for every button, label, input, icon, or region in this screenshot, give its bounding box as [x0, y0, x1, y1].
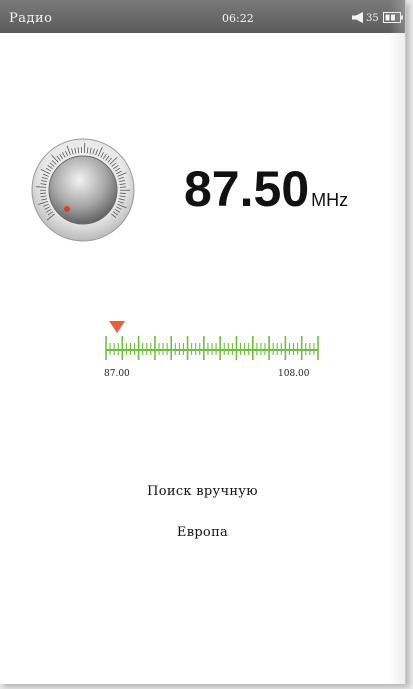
region-option[interactable]: Европа	[0, 525, 405, 540]
clock: 06:22	[222, 12, 254, 25]
status-bar: Радио 06:22 35	[0, 0, 405, 33]
frequency-scale[interactable]	[100, 318, 325, 370]
scale-min-label: 87.00	[104, 369, 130, 379]
app-title: Радио	[9, 11, 53, 26]
battery-icon	[383, 12, 403, 23]
tuning-marker-icon	[109, 321, 126, 333]
volume-level: 35	[366, 13, 379, 24]
frequency-unit: MHz	[311, 190, 349, 210]
tuning-knob-icon[interactable]	[31, 138, 135, 242]
frequency-display: 87.50 MHz	[184, 160, 348, 218]
manual-search-option[interactable]: Поиск вручную	[0, 484, 405, 499]
device-screen: Радио 06:22 35 87.50 MHz 87.00 108.00 По…	[0, 0, 406, 684]
knob-indicator-dot	[64, 206, 70, 212]
scale-ticks	[105, 336, 319, 360]
frequency-value: 87.50	[184, 161, 310, 217]
scale-max-label: 108.00	[278, 369, 310, 379]
speaker-icon[interactable]	[352, 12, 365, 23]
